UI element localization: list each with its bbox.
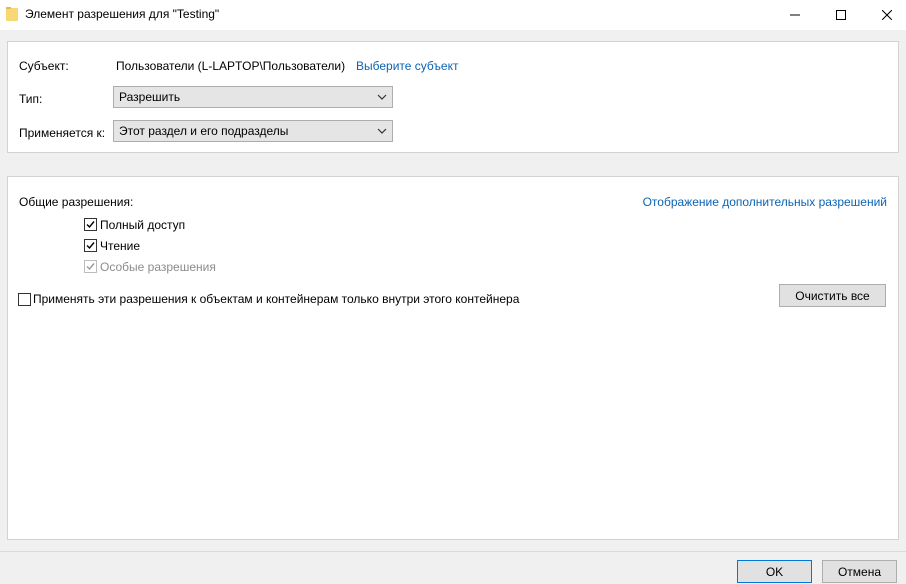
close-button[interactable] bbox=[864, 0, 906, 30]
show-advanced-permissions-link[interactable]: Отображение дополнительных разрешений bbox=[643, 195, 887, 209]
maximize-icon bbox=[836, 10, 846, 20]
chevron-down-icon bbox=[377, 94, 387, 100]
maximize-button[interactable] bbox=[818, 0, 864, 30]
principal-value: Пользователи (L-LAPTOP\Пользователи) bbox=[116, 59, 346, 73]
principal-panel: Субъект: Пользователи (L-LAPTOP\Пользова… bbox=[7, 41, 899, 153]
read-checkbox[interactable] bbox=[84, 239, 97, 252]
cancel-button[interactable]: Отмена bbox=[822, 560, 897, 583]
type-dropdown-value: Разрешить bbox=[119, 90, 181, 104]
select-principal-link[interactable]: Выберите субъект bbox=[356, 59, 458, 73]
special-permissions-checkbox bbox=[84, 260, 97, 273]
basic-permissions-heading: Общие разрешения: bbox=[19, 195, 134, 209]
full-control-label: Полный доступ bbox=[100, 218, 186, 232]
type-label: Тип: bbox=[19, 92, 43, 106]
footer-divider bbox=[0, 551, 906, 552]
special-permissions-label: Особые разрешения bbox=[100, 260, 216, 274]
chevron-down-icon bbox=[377, 128, 387, 134]
permissions-panel: Общие разрешения: Отображение дополнител… bbox=[7, 176, 899, 540]
applies-to-dropdown[interactable]: Этот раздел и его подразделы bbox=[113, 120, 393, 142]
checkmark-icon bbox=[86, 242, 95, 250]
ok-button[interactable]: OK bbox=[737, 560, 812, 583]
window-title: Элемент разрешения для "Testing" bbox=[25, 7, 220, 21]
principal-label: Субъект: bbox=[19, 59, 69, 73]
title-bar: Элемент разрешения для "Testing" bbox=[0, 0, 906, 30]
apply-inside-container-checkbox[interactable] bbox=[18, 293, 31, 306]
type-dropdown[interactable]: Разрешить bbox=[113, 86, 393, 108]
applies-to-label: Применяется к: bbox=[19, 126, 106, 140]
minimize-button[interactable] bbox=[772, 0, 818, 30]
checkmark-icon bbox=[86, 221, 95, 229]
full-control-checkbox[interactable] bbox=[84, 218, 97, 231]
folder-icon bbox=[6, 7, 18, 21]
minimize-icon bbox=[790, 14, 800, 16]
checkmark-icon bbox=[86, 263, 95, 271]
apply-inside-container-label: Применять эти разрешения к объектам и ко… bbox=[33, 292, 520, 306]
applies-to-dropdown-value: Этот раздел и его подразделы bbox=[119, 124, 289, 138]
clear-all-button[interactable]: Очистить все bbox=[779, 284, 886, 307]
read-label: Чтение bbox=[100, 239, 141, 253]
close-icon bbox=[882, 10, 892, 20]
